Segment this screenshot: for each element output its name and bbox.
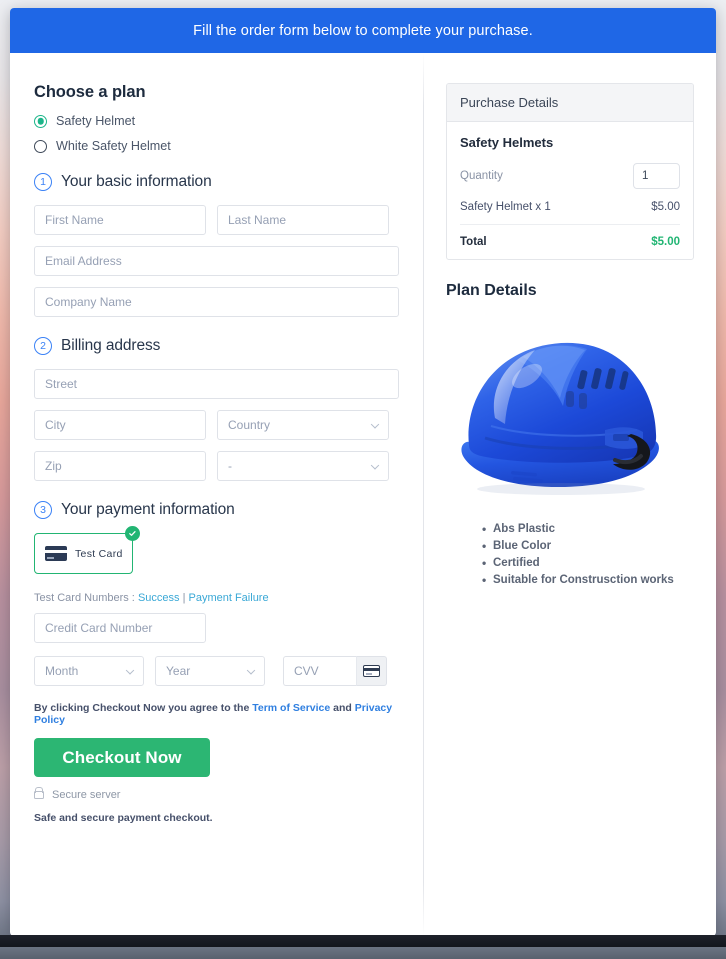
safe-checkout-note: Safe and secure payment checkout.: [34, 812, 213, 824]
city-country-row: Country: [34, 410, 399, 440]
order-form-column: Choose a plan Safety Helmet White Safety…: [10, 53, 423, 936]
test-card-option[interactable]: Test Card: [34, 526, 140, 574]
email-field-row: [34, 246, 399, 276]
secure-server-row: Secure server: [34, 789, 399, 801]
cvv-card-icon-button[interactable]: [356, 656, 387, 686]
company-field-row: [34, 287, 399, 317]
credit-card-icon: [363, 665, 380, 677]
list-item: Abs Plastic: [482, 522, 694, 536]
total-row: Total $5.00: [460, 225, 680, 248]
terms-prefix: By clicking Checkout Now you agree to th…: [34, 702, 250, 714]
step-title: Your payment information: [61, 501, 235, 518]
country-select-value[interactable]: Country: [217, 410, 389, 440]
page-bottom-bar: [0, 947, 726, 959]
name-field-row: [34, 205, 399, 235]
email-input[interactable]: [34, 246, 399, 276]
line-item-label: Safety Helmet x 1: [460, 201, 551, 213]
total-label: Total: [460, 236, 487, 248]
quantity-label: Quantity: [460, 170, 503, 182]
link-separator: |: [182, 592, 186, 604]
total-amount: $5.00: [651, 236, 680, 248]
step-billing-address: 2 Billing address: [34, 337, 399, 355]
purchase-details-header: Purchase Details: [447, 84, 693, 122]
city-input[interactable]: [34, 410, 206, 440]
zip-state-row: -: [34, 451, 399, 481]
check-circle-icon: [125, 526, 140, 541]
step-number-badge: 2: [34, 337, 52, 355]
quantity-input[interactable]: [633, 163, 680, 189]
checkout-now-button[interactable]: Checkout Now: [34, 738, 210, 777]
state-select[interactable]: -: [217, 451, 389, 481]
expiry-month-value[interactable]: Month: [34, 656, 144, 686]
radio-safety-helmet-icon[interactable]: [34, 114, 47, 128]
step-number-badge: 3: [34, 501, 52, 519]
payment-failure-test-card-link[interactable]: Payment Failure: [189, 592, 269, 604]
test-card-label: Test Card: [75, 547, 123, 560]
cvv-group: [283, 656, 387, 686]
company-name-input[interactable]: [34, 287, 399, 317]
step-title: Billing address: [61, 337, 161, 354]
first-name-input[interactable]: [34, 205, 206, 235]
street-input[interactable]: [34, 369, 399, 399]
line-item-amount: $5.00: [651, 201, 680, 213]
choose-plan-title: Choose a plan: [34, 83, 146, 101]
step-number-badge: 1: [34, 173, 52, 191]
purchase-details-box: Purchase Details Safety Helmets Quantity…: [446, 83, 694, 260]
product-name: Safety Helmets: [460, 135, 554, 150]
step-title: Your basic information: [61, 173, 212, 190]
summary-column: Purchase Details Safety Helmets Quantity…: [424, 53, 716, 936]
zip-input[interactable]: [34, 451, 206, 481]
blue-safety-helmet-image: [455, 314, 685, 509]
page-banner: Fill the order form below to complete yo…: [10, 8, 716, 53]
country-select[interactable]: Country: [217, 410, 389, 440]
plan-features-list: Abs Plastic Blue Color Certified Suitabl…: [482, 522, 694, 587]
list-item: Suitable for Construsction works: [482, 573, 694, 587]
checkout-body: Choose a plan Safety Helmet White Safety…: [10, 53, 716, 936]
plan-option-white-safety-helmet[interactable]: White Safety Helmet: [34, 139, 399, 153]
secure-server-label: Secure server: [52, 789, 121, 801]
banner-text: Fill the order form below to complete yo…: [193, 22, 533, 39]
quantity-row: Quantity: [460, 163, 680, 189]
step-payment-information: 3 Your payment information: [34, 501, 399, 519]
lock-icon: [34, 791, 44, 799]
test-card-numbers-prefix: Test Card Numbers :: [34, 592, 135, 604]
terms-agreement-text: By clicking Checkout Now you agree to th…: [34, 702, 399, 726]
credit-card-number-input[interactable]: [34, 613, 206, 643]
list-item: Certified: [482, 556, 694, 570]
plan-option-label: White Safety Helmet: [56, 139, 171, 153]
expiry-year-select[interactable]: Year: [155, 656, 265, 686]
test-card-numbers-note: Test Card Numbers : Success | Payment Fa…: [34, 592, 399, 604]
plan-option-label: Safety Helmet: [56, 114, 136, 128]
expiry-year-value[interactable]: Year: [155, 656, 265, 686]
purchase-details-body: Safety Helmets Quantity Safety Helmet x …: [447, 122, 693, 259]
term-of-service-link[interactable]: Term of Service: [252, 702, 330, 714]
state-select-value[interactable]: -: [217, 451, 389, 481]
list-item: Blue Color: [482, 539, 694, 553]
checkout-card: Fill the order form below to complete yo…: [10, 8, 716, 936]
credit-card-icon: [45, 546, 67, 561]
last-name-input[interactable]: [217, 205, 389, 235]
success-test-card-link[interactable]: Success: [138, 592, 180, 604]
expiry-month-select[interactable]: Month: [34, 656, 144, 686]
step-basic-information: 1 Your basic information: [34, 173, 399, 191]
radio-white-safety-helmet-icon[interactable]: [34, 139, 47, 153]
line-item-row: Safety Helmet x 1 $5.00: [460, 201, 680, 225]
credit-card-row: [34, 613, 399, 643]
terms-and: and: [333, 702, 352, 714]
cvv-input[interactable]: [283, 656, 356, 686]
plan-details-title: Plan Details: [446, 282, 537, 299]
street-field-row: [34, 369, 399, 399]
plan-option-safety-helmet[interactable]: Safety Helmet: [34, 114, 399, 128]
expiry-cvv-row: Month Year: [34, 656, 399, 686]
